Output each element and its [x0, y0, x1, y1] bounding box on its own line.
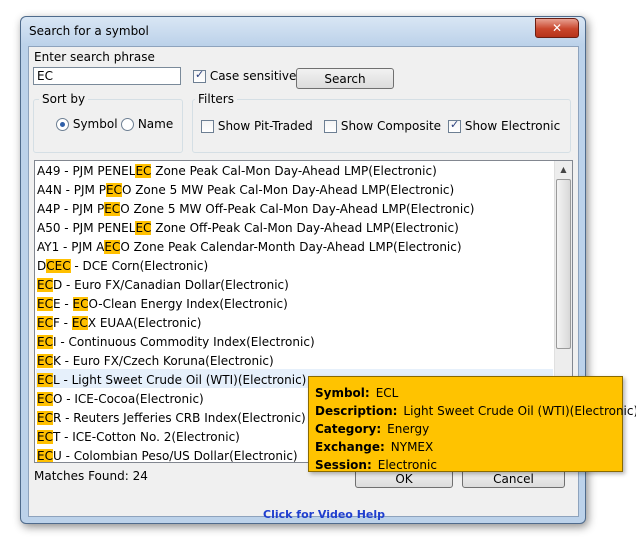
sort-group-title: Sort by	[39, 92, 89, 106]
item-text: L - Light Sweet Crude Oil (WTI)(Electron…	[52, 373, 307, 387]
window-title: Search for a symbol	[29, 24, 149, 38]
close-button[interactable]: ✕	[535, 18, 579, 38]
match-highlight: CEC	[46, 259, 71, 273]
title-bar[interactable]: Search for a symbol ✕	[21, 17, 585, 45]
match-highlight: EC	[37, 411, 53, 425]
list-item[interactable]: A50 - PJM PENELEC Zone Off-Peak Cal-Mon …	[37, 219, 459, 238]
item-text: D	[37, 259, 47, 273]
match-highlight: EC	[71, 316, 88, 330]
case-sensitive-check-icon[interactable]: ✓	[193, 68, 206, 83]
item-text: O - ICE-Cocoa(Electronic)	[52, 392, 204, 406]
list-item[interactable]: ECO - ICE-Cocoa(Electronic)	[37, 390, 204, 409]
list-item[interactable]: AY1 - PJM AECO Zone Peak Calendar-Month …	[37, 238, 462, 257]
match-highlight: EC	[37, 392, 53, 406]
item-text: T - ICE-Cotton No. 2(Electronic)	[52, 430, 240, 444]
tooltip-exchange: Exchange: NYMEX	[315, 440, 434, 454]
item-text: - DCE Corn(Electronic)	[70, 259, 209, 273]
scroll-thumb[interactable]	[556, 179, 571, 349]
list-item[interactable]: ECR - Reuters Jefferies CRB Index(Electr…	[37, 409, 306, 428]
item-text: AY1 - PJM A	[37, 240, 105, 254]
item-text: K - Euro FX/Czech Koruna(Electronic)	[52, 354, 274, 368]
item-text: A4P - PJM P	[37, 202, 105, 216]
list-item[interactable]: ECE - ECO-Clean Energy Index(Electronic)	[37, 295, 288, 314]
item-text: R - Reuters Jefferies CRB Index(Electron…	[52, 411, 306, 425]
item-text: A49 - PJM PENEL	[37, 164, 136, 178]
sort-symbol-radio[interactable]: Symbol	[56, 117, 118, 131]
unchecked-box-icon[interactable]	[201, 120, 214, 133]
list-item[interactable]: A4P - PJM PECO Zone 5 MW Off-Peak Cal-Mo…	[37, 200, 474, 219]
match-highlight: EC	[37, 430, 53, 444]
filter-composite-label: Show Composite	[340, 119, 442, 133]
match-highlight: EC	[104, 240, 121, 254]
match-highlight: EC	[72, 297, 89, 311]
matches-found: Matches Found: 24	[34, 469, 148, 483]
filter-pit-traded[interactable]: Show Pit-Traded	[201, 119, 313, 133]
filter-composite[interactable]: Show Composite	[324, 119, 441, 133]
match-highlight: EC	[37, 316, 53, 330]
list-item[interactable]: ECK - Euro FX/Czech Koruna(Electronic)	[37, 352, 274, 371]
item-text: I - Continuous Commodity Index(Electroni…	[52, 335, 315, 349]
list-item[interactable]: ECL - Light Sweet Crude Oil (WTI)(Electr…	[37, 371, 306, 390]
filter-electronic[interactable]: ✓ Show Electronic	[448, 118, 561, 133]
match-highlight: EC	[37, 335, 53, 349]
item-text: O Zone 5 MW Off-Peak Cal-Mon Day-Ahead L…	[120, 202, 475, 216]
match-highlight: EC	[37, 297, 53, 311]
list-item[interactable]: ECT - ICE-Cotton No. 2(Electronic)	[37, 428, 240, 447]
item-text: X EUAA(Electronic)	[87, 316, 202, 330]
match-highlight: EC	[37, 373, 53, 387]
item-text: D - Euro FX/Canadian Dollar(Electronic)	[52, 278, 289, 292]
item-text: F -	[52, 316, 72, 330]
tooltip-symbol: Symbol: ECL	[315, 386, 399, 400]
list-item[interactable]: A49 - PJM PENELEC Zone Peak Cal-Mon Day-…	[37, 162, 437, 181]
list-item[interactable]: ECU - Colombian Peso/US Dollar(Electroni…	[37, 447, 298, 463]
match-highlight: EC	[37, 354, 53, 368]
symbol-tooltip: Symbol: ECL Description: Light Sweet Crude…	[308, 376, 636, 472]
item-text: O Zone Peak Calendar-Month Day-Ahead LMP…	[120, 240, 462, 254]
filter-electronic-label: Show Electronic	[464, 119, 561, 133]
tooltip-category: Category: Energy	[315, 422, 430, 436]
sort-name-radio[interactable]: Name	[121, 117, 173, 131]
list-item[interactable]: DCEC - DCE Corn(Electronic)	[37, 257, 208, 276]
list-item[interactable]: A4N - PJM PECO Zone 5 MW Peak Cal-Mon Da…	[37, 181, 454, 200]
item-text: A4N - PJM P	[37, 183, 106, 197]
match-highlight: EC	[37, 449, 53, 463]
close-icon: ✕	[551, 21, 563, 35]
case-sensitive-label: Case sensitive	[209, 69, 297, 83]
item-text: E -	[52, 297, 73, 311]
match-highlight: EC	[104, 202, 121, 216]
item-text: O-Clean Energy Index(Electronic)	[88, 297, 288, 311]
video-help-link[interactable]: Click for Video Help	[263, 508, 385, 521]
item-text: Zone Off-Peak Cal-Mon Day-Ahead LMP(Elec…	[151, 221, 459, 235]
scroll-up-arrow-icon[interactable]: ▲	[555, 161, 572, 178]
list-item[interactable]: ECD - Euro FX/Canadian Dollar(Electronic…	[37, 276, 289, 295]
item-text: A50 - PJM PENEL	[37, 221, 136, 235]
sort-name-label: Name	[137, 117, 174, 131]
match-highlight: EC	[135, 221, 152, 235]
item-text: Zone Peak Cal-Mon Day-Ahead LMP(Electron…	[151, 164, 437, 178]
item-text: U - Colombian Peso/US Dollar(Electronic)	[52, 449, 298, 463]
search-phrase-label: Enter search phrase	[34, 50, 155, 64]
search-input[interactable]	[33, 67, 181, 85]
search-button[interactable]: Search	[296, 68, 394, 89]
sort-symbol-label: Symbol	[72, 117, 118, 131]
radio-unselected-icon[interactable]	[121, 118, 134, 131]
filter-pit-traded-label: Show Pit-Traded	[217, 119, 313, 133]
case-sensitive-checkbox[interactable]: ✓ Case sensitive	[193, 68, 297, 83]
list-item[interactable]: ECF - ECX EUAA(Electronic)	[37, 314, 201, 333]
filters-group-title: Filters	[195, 92, 237, 106]
radio-selected-icon[interactable]	[56, 118, 69, 131]
tooltip-description: Description: Light Sweet Crude Oil (WTI)(…	[315, 404, 636, 418]
match-highlight: EC	[135, 164, 152, 178]
match-highlight: EC	[37, 278, 53, 292]
checked-box-icon[interactable]: ✓	[448, 118, 461, 133]
unchecked-box-icon[interactable]	[324, 120, 337, 133]
item-text: O Zone 5 MW Peak Cal-Mon Day-Ahead LMP(E…	[121, 183, 455, 197]
tooltip-session: Session: Electronic	[315, 458, 437, 472]
match-highlight: EC	[105, 183, 122, 197]
list-item[interactable]: ECI - Continuous Commodity Index(Electro…	[37, 333, 315, 352]
